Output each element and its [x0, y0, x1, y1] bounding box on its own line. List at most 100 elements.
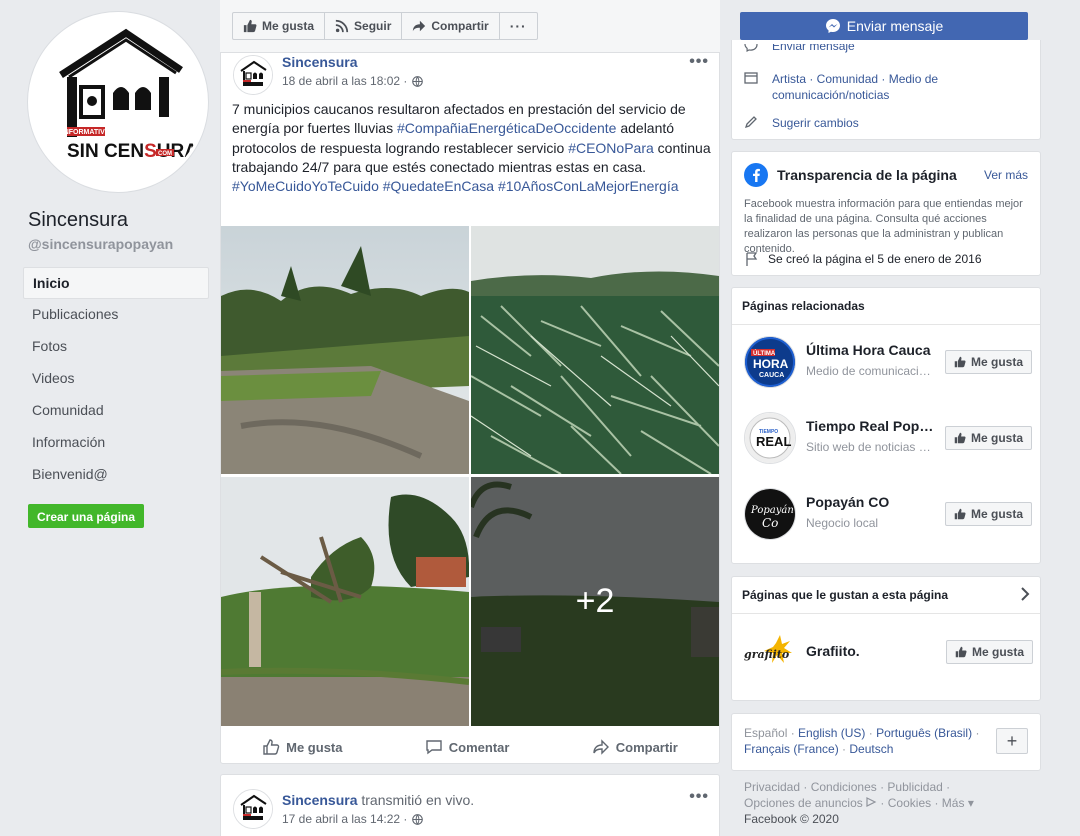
- page-nav: Inicio Publicaciones Fotos Videos Comuni…: [23, 267, 209, 491]
- send-message-button[interactable]: Enviar mensaje: [740, 12, 1028, 40]
- liked-pages-title[interactable]: Páginas que le gustan a esta página: [742, 588, 948, 602]
- like-label: Me gusta: [971, 645, 1024, 659]
- post-photo-1[interactable]: [221, 226, 469, 474]
- post-photo-grid: +2: [221, 226, 719, 726]
- related-page-name[interactable]: Última Hora Cauca: [806, 342, 936, 358]
- post-photo-3[interactable]: [221, 477, 469, 726]
- post-card-2: Sincensura transmitió en vivo. 17 de abr…: [220, 774, 720, 836]
- related-page-avatar[interactable]: ÚLTIMA HORA CAUCA: [744, 336, 796, 388]
- sincensura-mini-logo: [234, 56, 272, 94]
- language-link[interactable]: English (US): [798, 726, 865, 740]
- page-profile-picture[interactable]: INFORMATIVO SIN CENSURA. COM: [28, 12, 208, 192]
- add-language-button[interactable]: +: [996, 728, 1028, 754]
- caret-down-icon: ▾: [967, 796, 974, 810]
- footer-link[interactable]: Cookies: [888, 796, 931, 810]
- more-photos-count: +2: [575, 582, 615, 620]
- liked-pages-card: Páginas que le gustan a esta página graf…: [731, 576, 1041, 701]
- post2-date[interactable]: 17 de abril a las 14:22 ·: [282, 812, 407, 826]
- hashtag-link[interactable]: #QuedateEnCasa: [383, 178, 494, 194]
- about-card: Enviar mensaje Artista · Comunidad · Med…: [731, 40, 1041, 140]
- language-list: Español · English (US) · Português (Bras…: [744, 726, 980, 756]
- share-page-label: Compartir: [431, 19, 489, 33]
- page-action-group: Me gusta Seguir Compartir ···: [232, 12, 538, 40]
- page-name[interactable]: Sincensura: [28, 209, 128, 232]
- hashtag-link[interactable]: #CompañiaEnergéticaDeOccidente: [397, 120, 616, 136]
- nav-item-publicaciones[interactable]: Publicaciones: [23, 299, 209, 331]
- liked-page-logo[interactable]: grafiito: [744, 633, 796, 673]
- nav-item-informacion[interactable]: Información: [23, 427, 209, 459]
- post2-author-avatar[interactable]: [233, 789, 273, 829]
- related-page-like-button[interactable]: Me gusta: [944, 502, 1032, 526]
- related-page-avatar[interactable]: TIEMPO REAL: [744, 412, 796, 464]
- current-language: Español ·: [744, 726, 799, 740]
- liked-page-like-button[interactable]: Me gusta: [945, 640, 1033, 664]
- post2-options-button[interactable]: •••: [689, 788, 709, 806]
- post-like-button[interactable]: Me gusta: [262, 738, 342, 756]
- transparency-description: Facebook muestra información para que en…: [744, 198, 1023, 255]
- thumbs-up-icon: [955, 646, 967, 658]
- thumbs-up-icon: [954, 508, 966, 520]
- post2-author-line: Sincensura transmitió en vivo.: [282, 792, 474, 808]
- related-page-avatar[interactable]: Popayán Co: [744, 488, 796, 540]
- post-date[interactable]: 18 de abril a las 18:02 ·: [282, 74, 407, 88]
- chevron-right-icon[interactable]: [1020, 587, 1030, 606]
- share-page-button[interactable]: Compartir: [402, 13, 500, 39]
- thumbs-up-icon: [954, 356, 966, 368]
- language-link[interactable]: Deutsch: [849, 742, 893, 756]
- post-photo-2[interactable]: [471, 226, 719, 474]
- share-arrow-icon: [413, 20, 426, 32]
- footer-link[interactable]: Condiciones: [811, 780, 877, 794]
- hashtag-link[interactable]: #10AñosConLaMejorEnergía: [498, 178, 679, 194]
- create-page-button[interactable]: Crear una página: [28, 504, 145, 528]
- related-page-like-button[interactable]: Me gusta: [944, 350, 1032, 374]
- like-label: Me gusta: [970, 431, 1023, 445]
- post-comment-button[interactable]: Comentar: [425, 738, 509, 756]
- post-photo-4[interactable]: +2: [471, 477, 719, 726]
- language-link[interactable]: Français (France): [744, 742, 839, 756]
- hashtag-link[interactable]: #CEONoPara: [568, 140, 654, 156]
- svg-text:Co: Co: [762, 516, 778, 530]
- about-categories-line: comunicación/noticias: [772, 88, 890, 102]
- more-photos-overlay[interactable]: +2: [471, 477, 719, 726]
- related-page-category: Medio de comunicación/noticias: [806, 364, 936, 378]
- suggest-edits-row[interactable]: Sugerir cambios: [744, 115, 859, 133]
- more-dots-icon: ···: [509, 18, 527, 34]
- more-options-button[interactable]: ···: [500, 13, 537, 39]
- left-column: INFORMATIVO SIN CENSURA. COM Sincensura …: [0, 0, 215, 836]
- page-like-button[interactable]: Me gusta: [233, 13, 326, 39]
- footer-link[interactable]: Opciones de anuncios: [744, 796, 863, 810]
- pencil-icon: [744, 115, 760, 133]
- related-page-name[interactable]: Popayán CO: [806, 494, 936, 510]
- related-page-category: Sitio web de noticias y medios: [806, 440, 936, 454]
- related-page-like-button[interactable]: Me gusta: [944, 426, 1032, 450]
- related-page-item: ÚLTIMA HORA CAUCA Última Hora Cauca Medi…: [744, 336, 1032, 390]
- related-pages-title: Páginas relacionadas: [742, 299, 865, 313]
- related-pages-card: Páginas relacionadas ÚLTIMA HORA CAUCA Ú…: [731, 287, 1041, 564]
- nav-item-comunidad[interactable]: Comunidad: [23, 395, 209, 427]
- nav-item-bienvenido[interactable]: Bienvenid@: [23, 459, 209, 491]
- footer-link[interactable]: Más: [942, 796, 965, 810]
- svg-text:REAL: REAL: [756, 434, 791, 449]
- post-author-name[interactable]: Sincensura: [282, 54, 357, 70]
- post-like-label: Me gusta: [286, 739, 343, 755]
- post2-author-name[interactable]: Sincensura: [282, 792, 357, 808]
- post-options-button[interactable]: •••: [689, 53, 709, 71]
- nav-item-videos[interactable]: Videos: [23, 363, 209, 395]
- transparency-see-more-link[interactable]: Ver más: [984, 168, 1028, 182]
- nav-item-inicio[interactable]: Inicio: [23, 267, 209, 299]
- post-author-avatar[interactable]: [233, 55, 273, 95]
- footer-link[interactable]: Publicidad: [887, 780, 942, 794]
- footer-link[interactable]: Privacidad: [744, 780, 800, 794]
- related-page-name[interactable]: Tiempo Real Popayán: [806, 418, 936, 434]
- language-link[interactable]: Português (Brasil): [876, 726, 972, 740]
- suggest-edits-link: Sugerir cambios: [772, 116, 859, 130]
- post-share-button[interactable]: Compartir: [592, 738, 678, 756]
- hashtag-link[interactable]: #YoMeCuidoYoTeCuido: [232, 178, 379, 194]
- about-send-message-row[interactable]: Enviar mensaje: [744, 44, 855, 54]
- liked-page-name[interactable]: Grafiito.: [806, 643, 936, 659]
- nav-item-fotos[interactable]: Fotos: [23, 331, 209, 363]
- logo-main-text: SIN CENSURA.: [67, 141, 203, 162]
- follow-button[interactable]: Seguir: [325, 13, 403, 39]
- about-send-message-link: Enviar mensaje: [772, 44, 855, 53]
- about-categories[interactable]: Artista · Comunidad · Medio de comunicaci…: [772, 71, 938, 103]
